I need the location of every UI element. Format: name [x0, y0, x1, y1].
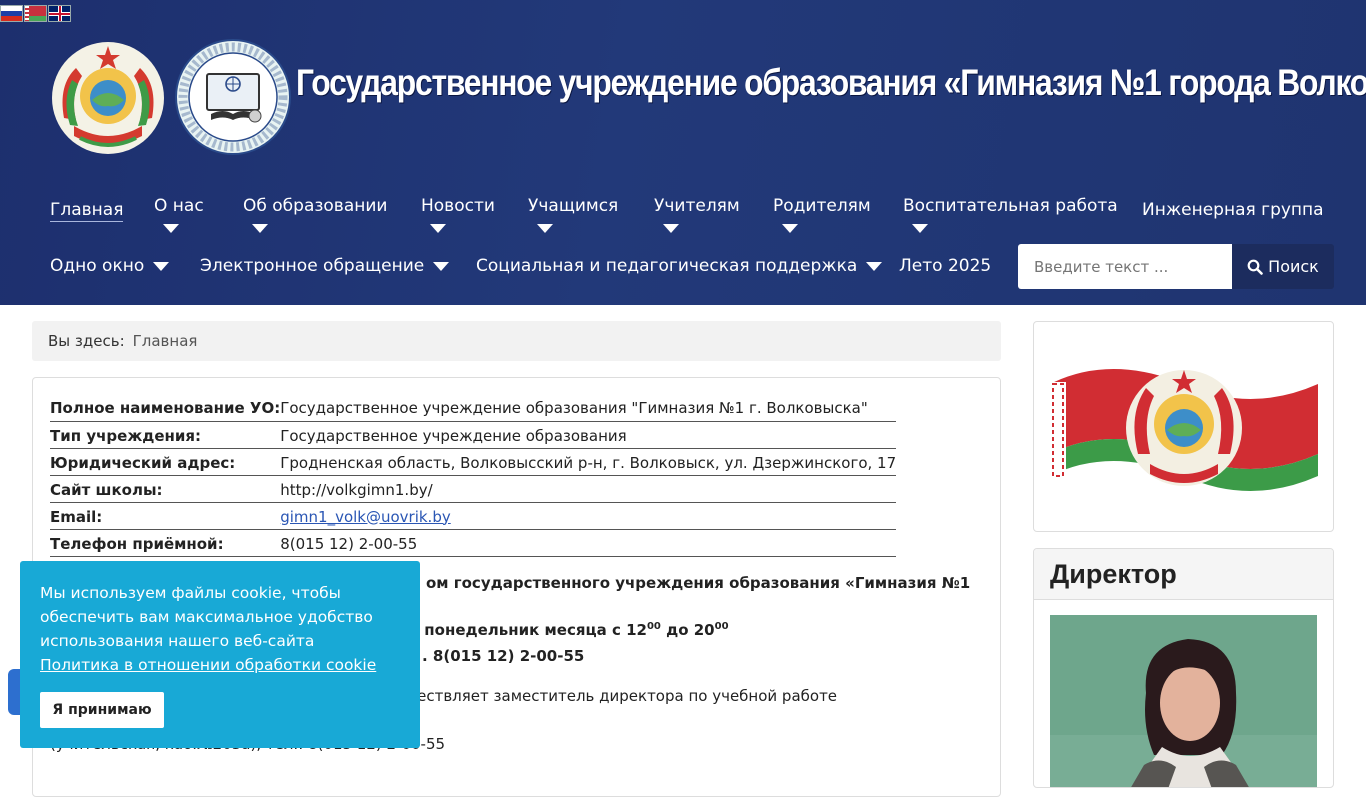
- reception-hours-text: ый понедельник месяца с 12: [395, 621, 647, 639]
- nav-home-label: Главная: [50, 200, 124, 222]
- info-key: Email:: [50, 502, 281, 530]
- nav-summer[interactable]: Лето 2025: [899, 256, 991, 276]
- nav-social-support-label: Социальная и педагогическая поддержка: [476, 256, 858, 276]
- info-key: Телефон приёмной:: [50, 529, 281, 557]
- email-link[interactable]: gimn1_volk@uovrik.by: [280, 508, 451, 526]
- time-sup: 00: [714, 621, 729, 632]
- chevron-down-icon: [433, 261, 450, 271]
- nav-about-label: О нас: [154, 196, 204, 216]
- table-row: Тип учреждения: Государственное учрежден…: [50, 421, 897, 449]
- info-key: Юридический адрес:: [50, 448, 281, 476]
- language-switcher: [0, 5, 71, 22]
- state-emblem-flag-icon[interactable]: [1050, 344, 1318, 492]
- site-title[interactable]: Государственное учреждение образования «…: [296, 62, 1366, 104]
- chevron-down-icon: [252, 224, 268, 233]
- nav-social-support[interactable]: Социальная и педагогическая поддержка: [476, 256, 883, 276]
- info-key: Тип учреждения:: [50, 421, 281, 449]
- nav-news[interactable]: Новости: [421, 196, 495, 233]
- site-header: Государственное учреждение образования «…: [0, 0, 1366, 305]
- nav-e-appeal[interactable]: Электронное обращение: [200, 256, 450, 276]
- nav-parents[interactable]: Родителям: [773, 196, 871, 233]
- flag-by-icon[interactable]: [24, 5, 47, 22]
- nav-students[interactable]: Учащимся: [528, 196, 619, 233]
- search-button[interactable]: Поиск: [1232, 244, 1334, 289]
- nav-engineering[interactable]: Инженерная группа: [1142, 200, 1324, 220]
- table-row: Юридический адрес: Гродненская область, …: [50, 448, 897, 476]
- chevron-down-icon: [537, 224, 553, 233]
- search-icon: [1247, 259, 1263, 275]
- nav-engineering-label: Инженерная группа: [1142, 200, 1324, 220]
- info-key: Сайт школы:: [50, 475, 281, 503]
- table-row: Телефон приёмной: 8(015 12) 2-00-55: [50, 529, 897, 557]
- info-value: http://volkgimn1.by/: [280, 475, 897, 503]
- info-value: Государственное учреждение образования: [280, 421, 897, 449]
- chevron-down-icon: [866, 261, 883, 271]
- nav-parents-label: Родителям: [773, 196, 871, 216]
- search-button-label: Поиск: [1268, 257, 1319, 276]
- chevron-down-icon: [782, 224, 798, 233]
- director-photo[interactable]: [1050, 615, 1317, 787]
- flag-ru-icon[interactable]: [0, 5, 23, 22]
- nav-upbringing-label: Воспитательная работа: [903, 196, 1118, 216]
- breadcrumb-current: Главная: [132, 332, 198, 350]
- nav-education[interactable]: Об образовании: [243, 196, 388, 233]
- nav-education-label: Об образовании: [243, 196, 388, 216]
- info-value: 8(015 12) 2-00-55: [280, 529, 897, 557]
- reception-hours-line: ый понедельник месяца с 1200 до 2000: [395, 621, 729, 639]
- reception-hours-to: до 20: [660, 621, 715, 639]
- emblem-card: [1033, 321, 1334, 532]
- reception-phone-line: . 8(015 12) 2-00-55: [422, 647, 585, 665]
- content-heading-line: ом государственного учреждения образован…: [426, 574, 971, 592]
- nav-students-label: Учащимся: [528, 196, 619, 216]
- search-input[interactable]: [1018, 244, 1232, 289]
- cookie-policy-link[interactable]: Политика в отношении обработки cookie: [40, 653, 400, 677]
- nav-home[interactable]: Главная: [50, 200, 124, 222]
- nav-summer-label: Лето 2025: [899, 256, 992, 276]
- chevron-down-icon: [153, 261, 170, 271]
- cookie-banner: Мы используем файлы cookie, чтобы обеспе…: [20, 561, 420, 748]
- info-value: Гродненская область, Волковысский р-н, г…: [280, 448, 897, 476]
- cookie-message: Мы используем файлы cookie, чтобы обеспе…: [40, 584, 373, 650]
- nav-one-window[interactable]: Одно окно: [50, 256, 170, 276]
- chevron-down-icon: [663, 224, 679, 233]
- state-emblem-icon[interactable]: [50, 40, 166, 156]
- chevron-down-icon: [912, 224, 928, 233]
- director-heading: Директор: [1034, 549, 1333, 600]
- chevron-down-icon: [163, 224, 179, 233]
- deputy-line: ществляет заместитель директора по учебн…: [403, 687, 838, 705]
- nav-news-label: Новости: [421, 196, 495, 216]
- time-sup: 00: [646, 621, 661, 632]
- nav-teachers[interactable]: Учителям: [654, 196, 740, 233]
- breadcrumb: Вы здесь: Главная: [32, 321, 1001, 361]
- info-value: Государственное учреждение образования "…: [280, 394, 897, 422]
- nav-upbringing[interactable]: Воспитательная работа: [903, 196, 1118, 233]
- school-info-table: Полное наименование УО: Государственное …: [50, 394, 897, 557]
- chevron-down-icon: [430, 224, 446, 233]
- nav-one-window-label: Одно окно: [50, 256, 145, 276]
- cookie-accept-button[interactable]: Я принимаю: [40, 692, 164, 728]
- flag-en-icon[interactable]: [48, 5, 71, 22]
- director-card: Директор: [1033, 548, 1334, 788]
- nav-teachers-label: Учителям: [654, 196, 740, 216]
- director-portrait-icon: [1050, 615, 1317, 787]
- info-key: Полное наименование УО:: [50, 394, 281, 422]
- nav-about[interactable]: О нас: [154, 196, 204, 233]
- table-row: Сайт школы: http://volkgimn1.by/: [50, 475, 897, 503]
- table-row: Email: gimn1_volk@uovrik.by: [50, 502, 897, 530]
- table-row: Полное наименование УО: Государственное …: [50, 394, 897, 422]
- breadcrumb-prefix: Вы здесь:: [48, 332, 125, 350]
- info-value: gimn1_volk@uovrik.by: [280, 502, 897, 530]
- nav-e-appeal-label: Электронное обращение: [200, 256, 425, 276]
- school-logo-icon[interactable]: [173, 38, 293, 156]
